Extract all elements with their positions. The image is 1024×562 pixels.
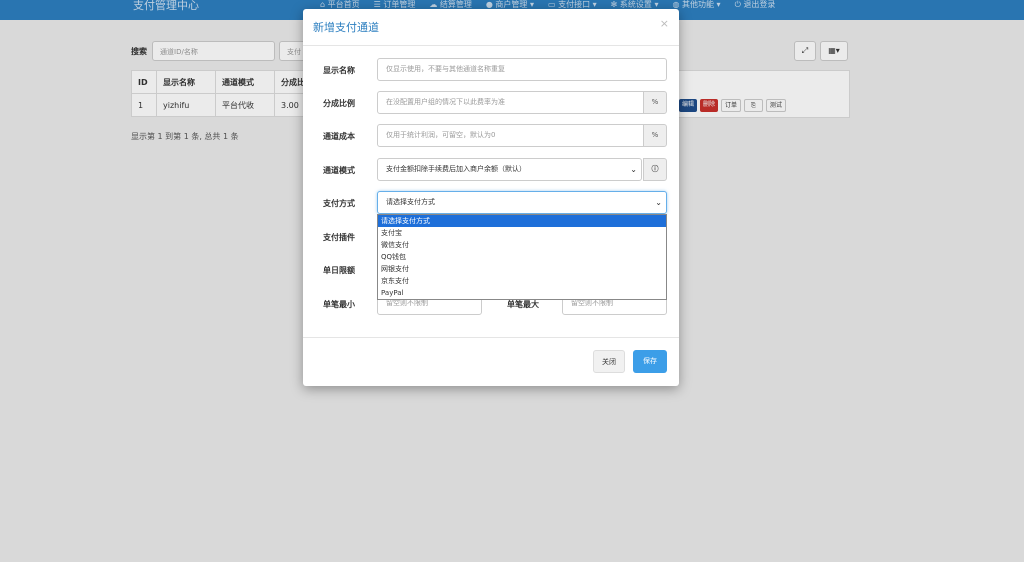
min-label: 单笔最小 [323, 300, 355, 309]
chevron-down-icon: ⌄ [630, 165, 637, 174]
dropdown-option[interactable]: PayPal [378, 287, 666, 299]
dropdown-option[interactable]: 网银支付 [378, 263, 666, 275]
dropdown-option[interactable]: 京东支付 [378, 275, 666, 287]
name-input[interactable]: 仅显示使用，不要与其他通道名称重复 [377, 58, 667, 81]
add-channel-modal: 新增支付通道 × 显示名称 仅显示使用，不要与其他通道名称重复 分成比例 在没配… [303, 9, 679, 386]
cost-label: 通道成本 [323, 132, 355, 141]
mode-select[interactable]: 支付金额扣除手续费后加入商户余额（默认） ⌄ [377, 158, 642, 181]
mode-select-value: 支付金额扣除手续费后加入商户余额（默认） [386, 165, 526, 173]
dropdown-option[interactable]: 微信支付 [378, 239, 666, 251]
name-label: 显示名称 [323, 66, 355, 75]
modal-title: 新增支付通道 [313, 21, 379, 34]
chevron-down-icon: ⌄ [655, 198, 662, 207]
max-label: 单笔最大 [507, 300, 539, 309]
paytype-dropdown-list: 请选择支付方式 支付宝 微信支付 QQ钱包 网银支付 京东支付 PayPal [377, 214, 667, 300]
rate-input[interactable]: 在没配置用户组的情况下以此费率为准 [377, 91, 644, 114]
paytype-select[interactable]: 请选择支付方式 ⌄ [377, 191, 667, 214]
dropdown-option[interactable]: 支付宝 [378, 227, 666, 239]
rate-label: 分成比例 [323, 99, 355, 108]
dropdown-option[interactable]: QQ钱包 [378, 251, 666, 263]
info-icon[interactable]: ⓘ [643, 158, 667, 181]
close-button[interactable]: 关闭 [593, 350, 625, 373]
paytype-label: 支付方式 [323, 199, 355, 208]
daylimit-label: 单日限额 [323, 266, 355, 275]
cost-percent-addon: % [643, 124, 667, 147]
save-button[interactable]: 保存 [633, 350, 667, 373]
cost-input[interactable]: 仅用于统计利润，可留空，默认为0 [377, 124, 644, 147]
plugin-label: 支付插件 [323, 233, 355, 242]
modal-footer-divider [303, 337, 679, 338]
rate-percent-addon: % [643, 91, 667, 114]
close-icon[interactable]: × [660, 17, 669, 30]
paytype-select-value: 请选择支付方式 [386, 198, 435, 206]
modal-header-divider [303, 45, 679, 46]
dropdown-option[interactable]: 请选择支付方式 [378, 215, 666, 227]
mode-label: 通道模式 [323, 166, 355, 175]
